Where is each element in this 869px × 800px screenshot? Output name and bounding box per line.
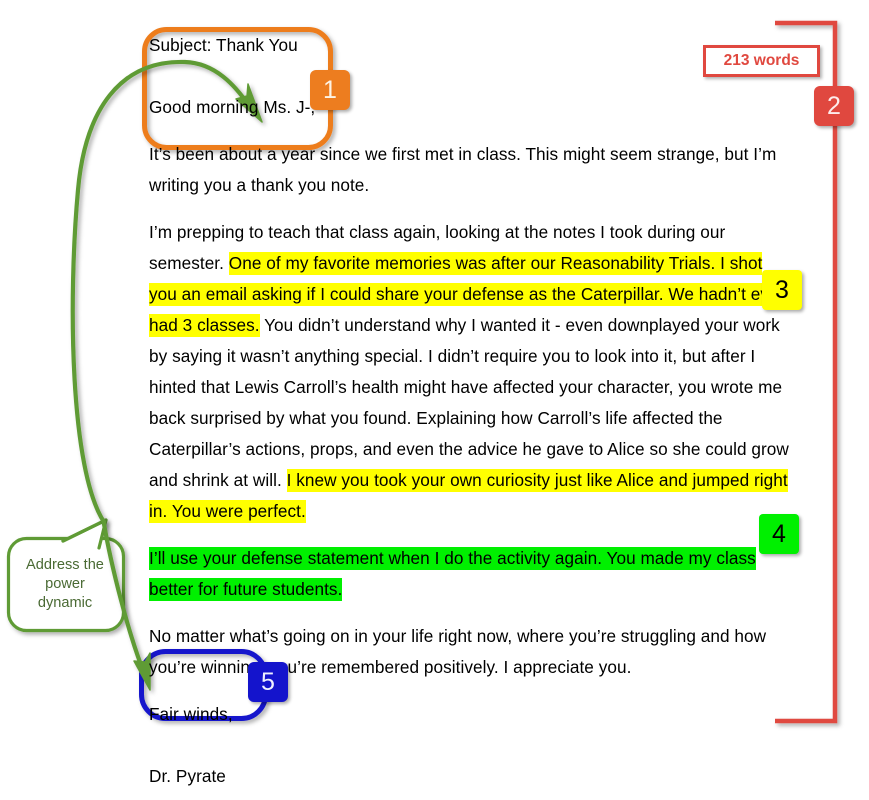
word-count-label: 213 words (723, 52, 800, 69)
subject-line: Subject: Thank You (149, 35, 298, 55)
comment-bubble-line-1: Address the (26, 557, 104, 573)
annotation-badge-3: 3 (762, 270, 802, 310)
annotation-badge-4: 4 (759, 514, 799, 554)
annotation-badge-5: 5 (248, 662, 288, 702)
annotation-badge-1: 1 (310, 70, 350, 110)
paragraph-1: It’s been about a year since we first me… (149, 144, 777, 195)
comment-bubble-line-3: dynamic (37, 595, 93, 611)
paragraph-2: I’m prepping to teach that class again, … (149, 217, 789, 527)
word-count-chip: 213 words (703, 45, 820, 77)
paragraph-4: No matter what’s going on in your life r… (149, 626, 767, 677)
subject-greeting-gap (149, 61, 789, 92)
signoff-signature-gap (149, 730, 789, 761)
comment-bubble-text: Address the power dynamic (12, 556, 118, 613)
comment-bubble-line-2: power (45, 576, 85, 592)
annotated-document-canvas: Subject: Thank You Good morning Ms. J-, … (0, 0, 869, 800)
annotation-badge-2: 2 (814, 86, 854, 126)
greeting-line: Good morning Ms. J-, (149, 97, 316, 117)
paragraph-2-middle: You didn’t understand why I wanted it - … (149, 315, 789, 490)
signoff-line: Fair winds, (149, 704, 233, 724)
signature-line: Dr. Pyrate (149, 766, 226, 786)
green-highlight: I’ll use your defense statement when I d… (149, 547, 756, 601)
paragraph-3: I’ll use your defense statement when I d… (149, 543, 789, 605)
letter-body: Subject: Thank You Good morning Ms. J-, … (149, 30, 789, 792)
